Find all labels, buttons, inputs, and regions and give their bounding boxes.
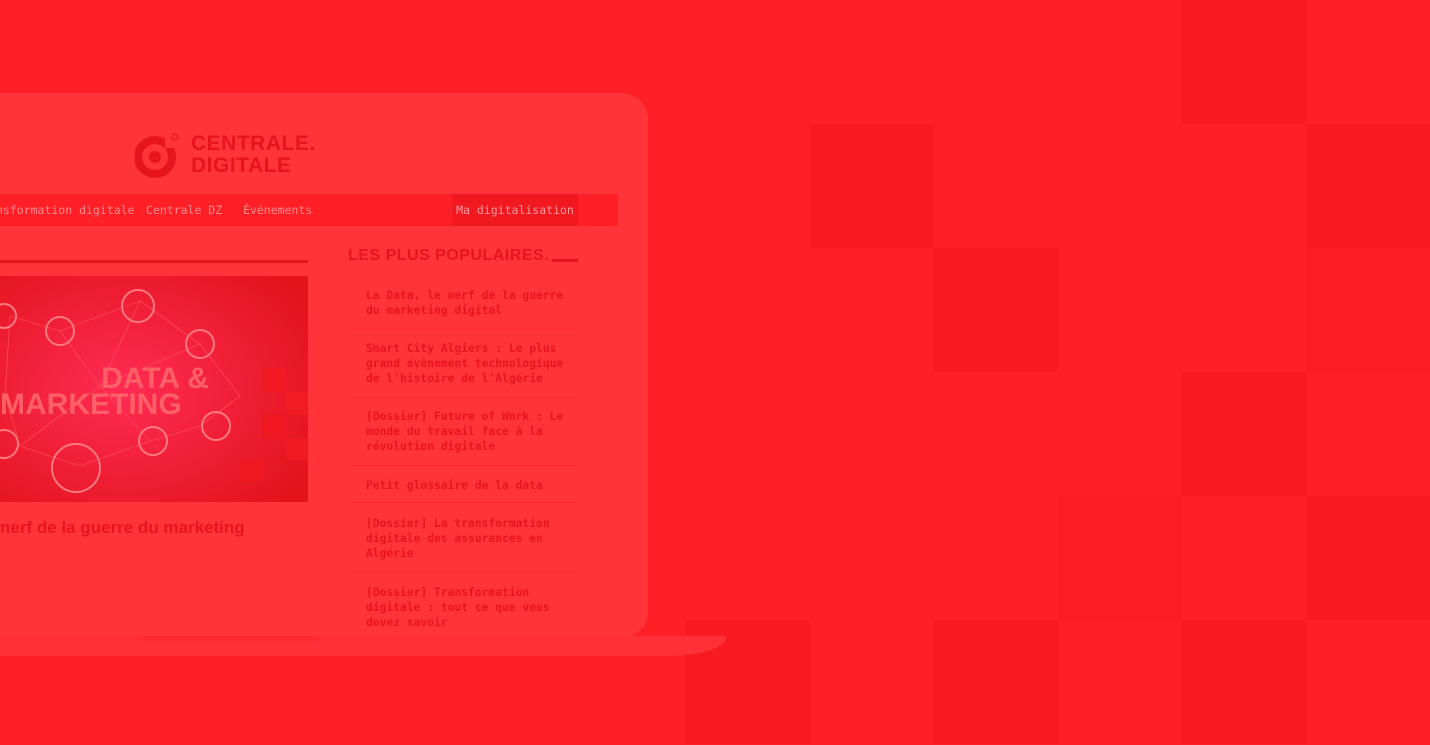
ma-digitalisation-button[interactable]: Ma digitalisation [452, 194, 578, 226]
divider [350, 502, 578, 503]
divider [350, 328, 578, 329]
divider [350, 397, 578, 398]
bg-tile [1306, 124, 1430, 248]
bg-tile [934, 248, 1058, 372]
hero-article-title[interactable]: nerf de la guerre du marketing [0, 518, 320, 538]
hero-image-text-line-2: MARKETING [0, 388, 182, 421]
bg-tile [1182, 0, 1306, 124]
section-underline [0, 260, 308, 263]
nav-item-centrale-dz[interactable]: Centrale DZ [146, 203, 222, 217]
site-logo[interactable]: CENTRALE. DIGITALE [134, 130, 316, 180]
laptop-notch [140, 636, 320, 642]
laptop-base [0, 636, 726, 656]
logo-line-1: CENTRALE. [191, 132, 316, 155]
bg-tile [1058, 496, 1182, 620]
popular-item[interactable]: La Data, le nerf de la guerre du marketi… [366, 288, 566, 318]
popular-item[interactable]: Smart City Algiers : Le plus grand évène… [366, 341, 566, 386]
logo-icon [134, 130, 181, 180]
popular-heading-line [552, 259, 578, 262]
hero-image-text: DATA & MARKETING [0, 364, 250, 421]
main-nav: nsformation digitale Centrale DZ Événeme… [0, 194, 618, 226]
bg-tile [810, 124, 934, 248]
bg-tile [1182, 620, 1306, 744]
nav-item-transformation[interactable]: nsformation digitale [0, 203, 134, 217]
popular-heading: LES PLUS POPULAIRES. [348, 247, 550, 264]
hero-image[interactable]: DATA & MARKETING [0, 276, 308, 502]
logo-wordmark: CENTRALE. DIGITALE [191, 133, 316, 177]
nav-item-evenements[interactable]: Événements [243, 203, 312, 217]
bg-tile [1306, 248, 1430, 372]
logo-line-2: DIGITALE [191, 154, 292, 177]
bg-tile [934, 620, 1058, 744]
bg-tile [1306, 496, 1430, 620]
popular-item[interactable]: [Dossier] Transformation digitale : tout… [366, 585, 566, 630]
popular-item[interactable]: Petit glossaire de la data [366, 478, 566, 493]
divider [350, 465, 578, 466]
bg-tile [1182, 372, 1306, 496]
popular-item[interactable]: [Dossier] La transformation digitale des… [366, 516, 566, 561]
divider [350, 572, 578, 573]
popular-item[interactable]: [Dossier] Future of Work : Le monde du t… [366, 409, 566, 454]
